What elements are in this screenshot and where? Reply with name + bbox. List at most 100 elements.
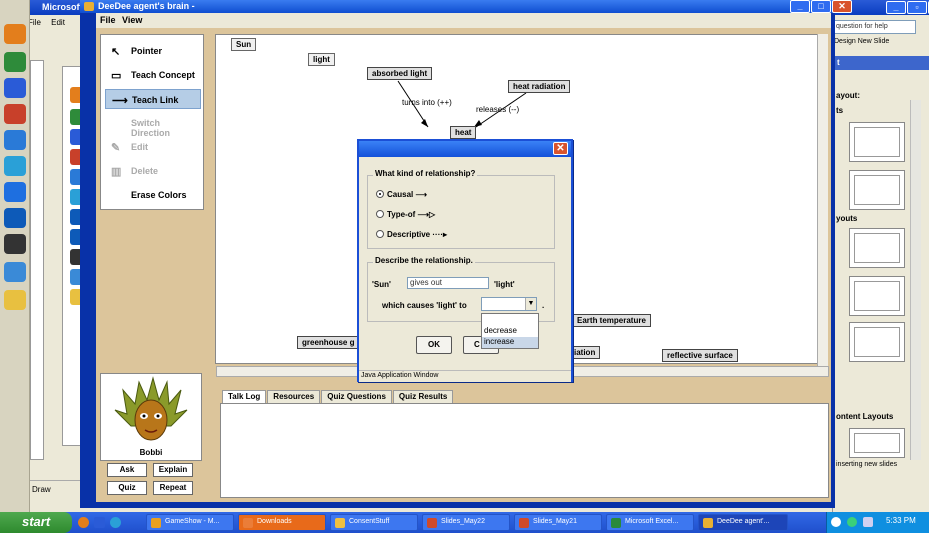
folder-icon: [335, 518, 345, 528]
explain-button[interactable]: Explain: [153, 463, 193, 477]
minimize-button[interactable]: _: [790, 0, 810, 13]
restore-button[interactable]: ▫: [907, 1, 927, 14]
tool-panel: ↖ Pointer ▭ Teach Concept ⟶ Teach Link S…: [100, 34, 204, 210]
pane-ts-label: ts: [836, 106, 844, 115]
radio-causal[interactable]: Causal ⟶: [376, 190, 427, 199]
taskbar-label: GameShow - M...: [165, 518, 220, 525]
trash-icon: ▥: [111, 166, 122, 178]
concept-radiation[interactable]: iation: [569, 346, 601, 359]
layout-thumbnail[interactable]: [849, 428, 905, 458]
erase-colors-tool[interactable]: Erase Colors: [105, 185, 201, 205]
folder-icon[interactable]: [4, 290, 26, 310]
descriptive-arrow-icon: ····▸: [432, 230, 448, 239]
tab-resources[interactable]: Resources: [267, 390, 321, 404]
dialog-titlebar[interactable]: [359, 141, 571, 157]
draw-menu[interactable]: Draw: [32, 485, 51, 494]
taskbar-slides-may22[interactable]: Slides_May22: [422, 514, 510, 531]
radio-type-of-label: Type-of: [387, 210, 416, 219]
network-icon[interactable]: [4, 262, 26, 282]
switch-direction-tool[interactable]: Switch Direction: [105, 113, 201, 138]
edit-icon: ✎: [111, 142, 121, 154]
pane-toolbar[interactable]: Design New Slide: [834, 38, 929, 52]
monitor-icon[interactable]: [4, 234, 26, 254]
teach-concept-tool[interactable]: ▭ Teach Concept: [105, 65, 201, 85]
menu-file[interactable]: File: [100, 15, 116, 25]
taskbar-gameshow[interactable]: GameShow - M...: [146, 514, 234, 531]
word-icon[interactable]: [4, 78, 26, 98]
pointer-tool[interactable]: ↖ Pointer: [105, 41, 201, 61]
ie-icon[interactable]: [4, 208, 26, 228]
layout-thumbnail[interactable]: [849, 228, 905, 268]
help-icon[interactable]: [831, 517, 841, 527]
link-label-releases[interactable]: releases (--): [476, 105, 519, 114]
firefox-icon[interactable]: [4, 24, 26, 44]
pane-footer[interactable]: inserting new slides: [836, 461, 926, 468]
maximize-button[interactable]: □: [811, 0, 831, 13]
concept-greenhouse[interactable]: greenhouse g: [297, 336, 360, 349]
chevron-down-icon[interactable]: ▼: [525, 298, 536, 310]
clock[interactable]: 5:33 PM: [886, 516, 916, 525]
taskbar-slides-may21[interactable]: Slides_May21: [514, 514, 602, 531]
verb-input[interactable]: gives out: [407, 277, 489, 289]
tab-talk-log[interactable]: Talk Log: [222, 390, 267, 404]
link-label-turns-into[interactable]: turns into (++): [402, 98, 452, 107]
taskbar-consentstuff[interactable]: ConsentStuff: [330, 514, 418, 531]
concept-sun[interactable]: Sun: [231, 38, 257, 51]
edit-tool[interactable]: ✎ Edit: [105, 137, 201, 157]
ask-button[interactable]: Ask: [107, 463, 147, 477]
pane-scrollbar[interactable]: [910, 100, 921, 460]
close-icon[interactable]: ✕: [553, 142, 568, 155]
object-label: 'light': [494, 280, 515, 289]
tab-quiz-questions[interactable]: Quiz Questions: [321, 390, 392, 404]
media-icon[interactable]: [4, 130, 26, 150]
describe-title: Describe the relationship.: [373, 256, 475, 265]
powerpoint-window-controls: _ ▫ ✕: [886, 1, 929, 14]
radio-type-of[interactable]: Type-of ⟶▷: [376, 210, 435, 219]
concept-heat-radiation[interactable]: heat radiation: [508, 80, 571, 93]
firefox-icon[interactable]: [78, 517, 89, 528]
ok-button[interactable]: OK: [416, 336, 452, 354]
close-button[interactable]: ✕: [832, 0, 852, 13]
option-increase[interactable]: increase: [482, 337, 538, 348]
radio-descriptive-label: Descriptive: [387, 230, 431, 239]
concept-light[interactable]: light: [308, 53, 335, 66]
concept-earth-temperature[interactable]: Earth temperature: [572, 314, 651, 327]
powerpoint-icon[interactable]: [4, 104, 26, 124]
canvas-vertical-scrollbar[interactable]: [817, 34, 828, 366]
chrome-icon[interactable]: [4, 182, 26, 202]
layout-thumbnail[interactable]: [849, 170, 905, 210]
delete-tool[interactable]: ▥ Delete: [105, 161, 201, 181]
taskbar-deedee[interactable]: DeeDee agent'...: [698, 514, 788, 531]
minimize-button[interactable]: _: [886, 1, 906, 14]
help-search-input[interactable]: question for help: [833, 20, 916, 34]
concept-reflective-surface[interactable]: reflective surface: [662, 349, 738, 362]
taskbar-excel[interactable]: Microsoft Excel...: [606, 514, 694, 531]
ie-icon[interactable]: [110, 517, 121, 528]
taskbar-downloads[interactable]: Downloads: [238, 514, 326, 531]
ie-icon[interactable]: [4, 156, 26, 176]
network-icon[interactable]: [847, 517, 857, 527]
concept-absorbed-light[interactable]: absorbed light: [367, 67, 433, 80]
quiz-button[interactable]: Quiz: [107, 481, 147, 495]
subject-label: 'Sun': [372, 280, 391, 289]
concept-heat[interactable]: heat: [450, 126, 477, 139]
layout-thumbnail[interactable]: [849, 122, 905, 162]
pane-layouts-label: youts: [836, 214, 858, 223]
menu-edit[interactable]: Edit: [51, 18, 65, 27]
layout-thumbnail[interactable]: [849, 276, 905, 316]
deedee-titlebar[interactable]: DeeDee agent's brain -: [80, 0, 835, 13]
excel-icon[interactable]: [4, 52, 26, 72]
word-icon[interactable]: [94, 517, 105, 528]
teach-link-tool[interactable]: ⟶ Teach Link: [105, 89, 201, 109]
talk-log-panel[interactable]: [220, 403, 829, 498]
layout-thumbnail[interactable]: [849, 322, 905, 362]
agent-avatar[interactable]: [101, 374, 201, 450]
repeat-button[interactable]: Repeat: [153, 481, 193, 495]
edit-label: Edit: [131, 142, 148, 152]
volume-icon[interactable]: [863, 517, 873, 527]
option-decrease[interactable]: decrease: [482, 326, 538, 337]
menu-view[interactable]: View: [122, 15, 142, 25]
start-button[interactable]: start: [0, 512, 72, 533]
radio-descriptive[interactable]: Descriptive ····▸: [376, 230, 447, 239]
tab-quiz-results[interactable]: Quiz Results: [392, 390, 454, 404]
